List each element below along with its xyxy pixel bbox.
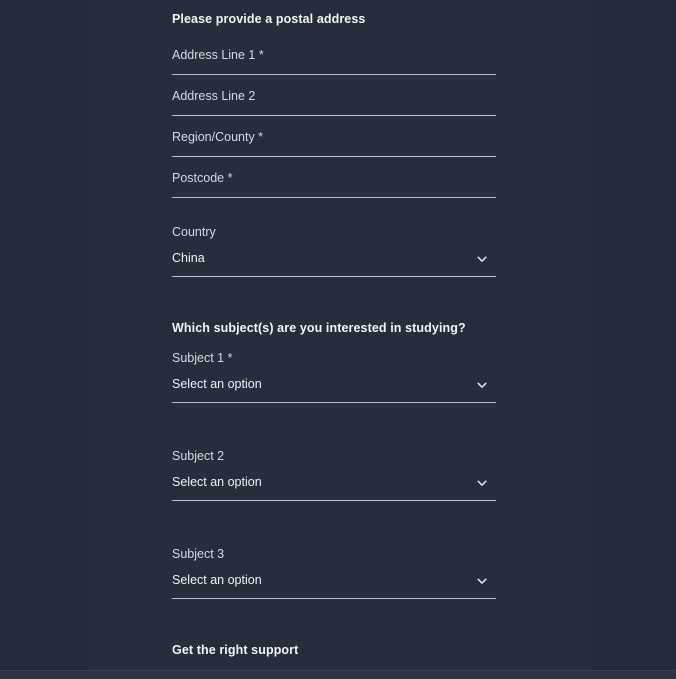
subject-3-select[interactable]: Select an option xyxy=(172,573,496,599)
country-underline xyxy=(172,276,496,277)
subject-1-underline xyxy=(172,402,496,403)
subject-3-selected-value: Select an option xyxy=(172,573,262,587)
registration-form: Please provide a postal address Address … xyxy=(172,0,496,679)
subject-1-selected-value: Select an option xyxy=(172,377,262,391)
address-line-1-field[interactable]: Address Line 1 * xyxy=(172,42,496,83)
postcode-field[interactable]: Postcode * xyxy=(172,165,496,206)
subject-1-caption: Subject 1 * xyxy=(172,351,233,365)
postcode-underline xyxy=(172,197,496,198)
subject-2-caption: Subject 2 xyxy=(172,449,225,463)
subject-3-caption: Subject 3 xyxy=(172,547,225,561)
postcode-label: Postcode * xyxy=(172,171,233,185)
country-select[interactable]: China xyxy=(172,251,496,277)
subject-2-select[interactable]: Select an option xyxy=(172,475,496,501)
subjects-heading: Which subject(s) are you interested in s… xyxy=(172,321,466,335)
country-select-group: Country China xyxy=(172,225,496,277)
subject-2-selected-value: Select an option xyxy=(172,475,262,489)
chevron-down-icon xyxy=(476,575,488,587)
chevron-down-icon xyxy=(476,477,488,489)
region-county-label: Region/County * xyxy=(172,130,264,144)
chevron-down-icon xyxy=(476,253,488,265)
address-line-1-underline xyxy=(172,74,496,75)
subject-2-underline xyxy=(172,500,496,501)
postal-address-heading: Please provide a postal address xyxy=(172,12,366,26)
chevron-down-icon xyxy=(476,379,488,391)
subject-2-group: Subject 2 Select an option xyxy=(172,449,496,501)
support-heading: Get the right support xyxy=(172,643,299,657)
address-line-2-field[interactable]: Address Line 2 xyxy=(172,83,496,124)
region-county-underline xyxy=(172,156,496,157)
subject-3-underline xyxy=(172,598,496,599)
address-line-1-label: Address Line 1 * xyxy=(172,48,264,62)
subject-1-group: Subject 1 * Select an option xyxy=(172,351,496,403)
subject-1-select[interactable]: Select an option xyxy=(172,377,496,403)
subject-3-group: Subject 3 Select an option xyxy=(172,547,496,599)
address-line-2-label: Address Line 2 xyxy=(172,89,256,103)
bottom-strip xyxy=(0,670,676,679)
address-line-2-underline xyxy=(172,115,496,116)
region-county-field[interactable]: Region/County * xyxy=(172,124,496,165)
country-selected-value: China xyxy=(172,251,205,265)
country-caption: Country xyxy=(172,225,216,239)
